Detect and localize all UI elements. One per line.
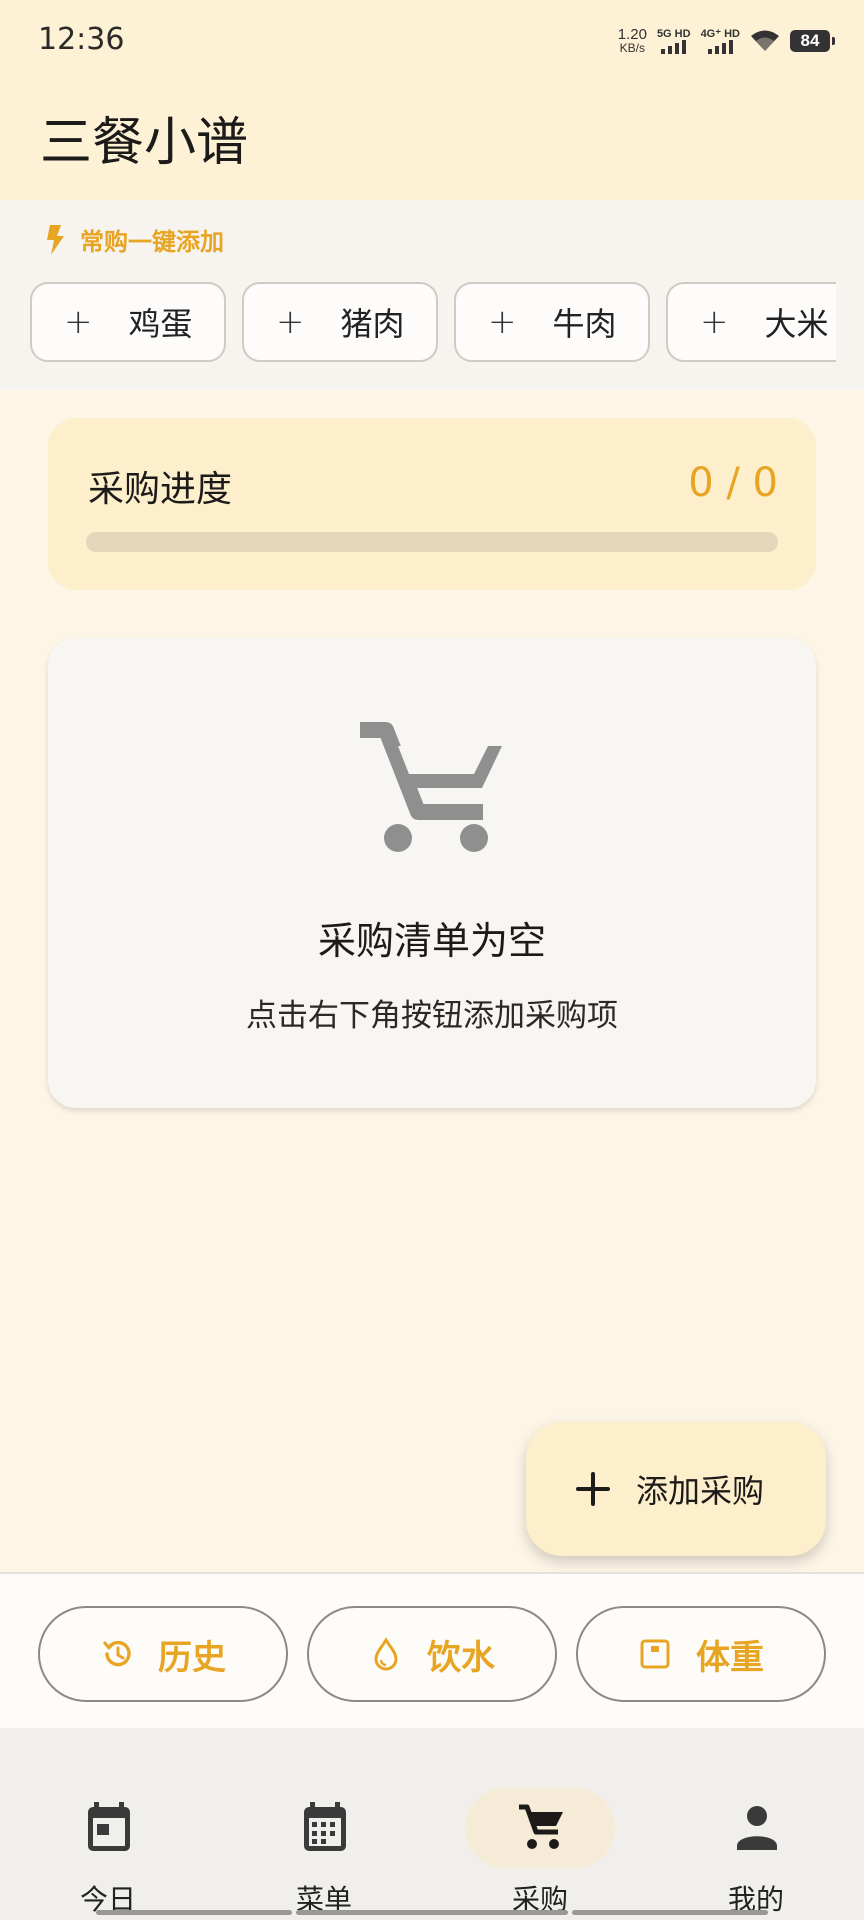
calendar-month-icon <box>304 1802 346 1851</box>
signal-4g-label: 4G⁺ HD <box>700 28 740 40</box>
gesture-handle <box>572 1910 768 1915</box>
bottom-navigation: 今日 菜单 采购 我的 <box>0 1728 864 1920</box>
signal-5g-label: 5G HD <box>656 28 691 40</box>
history-label: 历史 <box>158 1637 226 1678</box>
gesture-handle <box>296 1910 568 1915</box>
network-speed-value: 1.20 <box>617 26 647 43</box>
weight-label: 体重 <box>696 1637 764 1678</box>
shopping-cart-icon <box>360 722 502 852</box>
purchase-progress-card: 采购进度 0 / 0 <box>48 418 816 590</box>
history-button[interactable]: 历史 <box>38 1606 288 1702</box>
plus-icon: + <box>64 302 93 342</box>
status-icons: 1.20 KB/s 5G HD 4G⁺ HD 84 <box>618 24 835 58</box>
nav-item-today[interactable]: 今日 <box>28 1758 188 1916</box>
nav-item-menu[interactable]: 菜单 <box>244 1758 404 1916</box>
quick-add-chip-pork[interactable]: + 猪肉 <box>242 282 438 362</box>
chip-label: 牛肉 <box>552 305 617 343</box>
status-time: 12:36 <box>38 22 125 57</box>
empty-list-card: 采购清单为空 点击右下角按钮添加采购项 <box>48 638 816 1108</box>
quick-add-chip-egg[interactable]: + 鸡蛋 <box>30 282 226 362</box>
calendar-today-icon <box>88 1802 130 1851</box>
wifi-icon <box>751 30 779 51</box>
signal-5g-icon: 5G HD <box>657 28 691 54</box>
add-purchase-button[interactable]: 添加采购 <box>526 1422 826 1556</box>
quick-add-section: 常购一键添加 + 鸡蛋 + 猪肉 + 牛肉 + 大米 <box>0 200 864 390</box>
water-drop-icon <box>374 1637 398 1671</box>
plus-icon <box>576 1472 610 1506</box>
nav-item-profile[interactable]: 我的 <box>676 1758 836 1916</box>
chip-label: 猪肉 <box>340 305 405 343</box>
progress-count: 0 / 0 <box>688 460 778 506</box>
add-purchase-label: 添加采购 <box>636 1472 765 1510</box>
app-bar: 三餐小谱 <box>0 80 864 200</box>
empty-subtitle: 点击右下角按钮添加采购项 <box>246 998 618 1034</box>
person-icon <box>737 1806 777 1850</box>
quick-add-header: 常购一键添加 <box>44 222 224 257</box>
scale-icon <box>640 1639 670 1669</box>
network-speed-unit: KB/s <box>619 41 645 55</box>
quick-add-chip-beef[interactable]: + 牛肉 <box>454 282 650 362</box>
weight-button[interactable]: 体重 <box>576 1606 826 1702</box>
chip-label: 大米 <box>764 305 829 343</box>
status-bar: 12:36 1.20 KB/s 5G HD 4G⁺ HD 84 <box>0 0 864 80</box>
history-icon <box>102 1640 131 1667</box>
quick-add-chip-rice[interactable]: + 大米 <box>666 282 836 362</box>
water-button[interactable]: 饮水 <box>307 1606 557 1702</box>
chip-label: 鸡蛋 <box>128 305 193 343</box>
nav-item-shopping[interactable]: 采购 <box>460 1758 620 1916</box>
plus-icon: + <box>700 302 729 342</box>
quick-add-title: 常购一键添加 <box>80 228 224 256</box>
water-label: 饮水 <box>427 1637 495 1678</box>
quick-add-chips[interactable]: + 鸡蛋 + 猪肉 + 牛肉 + 大米 <box>30 282 836 366</box>
signal-4g-icon: 4G⁺ HD <box>701 28 740 54</box>
empty-title: 采购清单为空 <box>317 919 546 963</box>
app-title: 三餐小谱 <box>40 113 249 173</box>
network-speed: 1.20 KB/s <box>618 27 647 55</box>
quick-actions-bar: 历史 饮水 体重 <box>0 1572 864 1728</box>
gesture-handle <box>96 1910 292 1915</box>
plus-icon: + <box>276 302 305 342</box>
plus-icon: + <box>488 302 517 342</box>
cart-icon <box>519 1804 563 1849</box>
progress-bar <box>86 532 778 552</box>
bolt-icon <box>47 224 64 255</box>
progress-title: 采购进度 <box>88 469 233 510</box>
battery-icon: 84 <box>790 30 835 52</box>
